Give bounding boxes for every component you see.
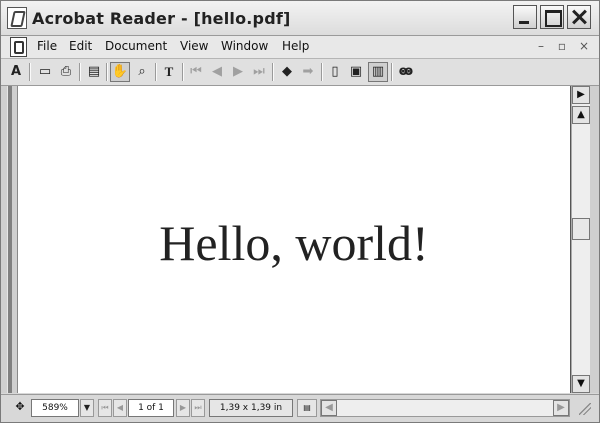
doc-close-button[interactable]: × <box>576 39 592 54</box>
toolbar-separator <box>272 63 274 81</box>
menu-document[interactable]: Document <box>105 39 167 53</box>
toolbar-separator <box>106 63 108 81</box>
page-layout-icon[interactable]: ▤ <box>297 399 317 417</box>
menu-bar: File Edit Document View Window Help – ▫ … <box>1 36 599 59</box>
status-next-page-icon[interactable]: ▶ <box>176 399 190 417</box>
open-file-icon[interactable]: ▭ <box>35 62 55 82</box>
page-text: Hello, world! <box>159 215 429 271</box>
scroll-down-arrow-icon[interactable]: ▼ <box>572 375 590 393</box>
toolbar-separator <box>182 63 184 81</box>
menu-file[interactable]: File <box>37 39 57 53</box>
zoom-field[interactable]: 589% <box>31 399 79 417</box>
fit-page-icon[interactable]: ▣ <box>346 62 366 82</box>
last-page-icon[interactable]: ⏭ <box>249 62 269 82</box>
menu-edit[interactable]: Edit <box>69 39 92 53</box>
find-binoculars-icon[interactable]: ꙭ <box>396 62 416 82</box>
page-forward-arrow-icon[interactable]: ▶ <box>572 86 590 104</box>
status-bar: ✥ 589% ▼ ⏮ ◀ 1 of 1 ▶ ⏭ 1,39 x 1,39 in ▤… <box>1 394 599 422</box>
menu-view[interactable]: View <box>180 39 208 53</box>
maximize-button[interactable] <box>540 5 564 29</box>
bookmarks-icon[interactable]: ▤ <box>84 62 104 82</box>
actual-size-icon[interactable]: ▯ <box>325 62 345 82</box>
page-size-readout: 1,39 x 1,39 in <box>209 399 293 417</box>
doc-minimize-button[interactable]: – <box>533 39 549 54</box>
go-back-icon[interactable]: ◆ <box>277 62 297 82</box>
page-number-field[interactable]: 1 of 1 <box>128 399 174 417</box>
vertical-scrollbar[interactable]: ▶ ▲ ▼ <box>571 86 590 393</box>
zoom-tool-icon[interactable]: ⌕ <box>132 62 152 82</box>
toolbar-separator <box>391 63 393 81</box>
hand-tool-icon[interactable]: ✋ <box>110 62 130 82</box>
previous-page-icon[interactable]: ◀ <box>207 62 227 82</box>
minimize-button[interactable] <box>513 5 537 29</box>
print-icon[interactable]: ⎙ <box>56 62 76 82</box>
scroll-up-arrow-icon[interactable]: ▲ <box>572 106 590 124</box>
go-forward-icon[interactable]: ➡ <box>298 62 318 82</box>
zoom-dropdown-arrow-icon[interactable]: ▼ <box>80 399 94 417</box>
doc-restore-button[interactable]: ▫ <box>554 39 570 54</box>
toolbar-separator <box>155 63 157 81</box>
menu-help[interactable]: Help <box>282 39 309 53</box>
scroll-thumb[interactable] <box>572 218 590 240</box>
document-page[interactable]: Hello, world! <box>17 86 572 393</box>
first-page-icon[interactable]: ⏮ <box>186 62 206 82</box>
close-button[interactable] <box>567 5 591 29</box>
acrobat-app-icon[interactable] <box>7 7 27 29</box>
show-navigation-pane-icon[interactable]: A <box>6 62 26 82</box>
toolbar-separator <box>79 63 81 81</box>
text-select-tool-icon[interactable]: T <box>159 62 179 82</box>
document-icon[interactable] <box>10 37 27 57</box>
horizontal-scrollbar[interactable]: ◀ ▶ <box>320 399 570 417</box>
toolbar-separator <box>29 63 31 81</box>
status-first-page-icon[interactable]: ⏮ <box>98 399 112 417</box>
window-title: Acrobat Reader - [hello.pdf] <box>32 9 291 28</box>
document-area: Hello, world! ▶ ▲ ▼ <box>1 86 599 393</box>
scroll-left-arrow-icon[interactable]: ◀ <box>321 400 337 416</box>
fit-width-icon[interactable]: ▥ <box>368 62 388 82</box>
status-previous-page-icon[interactable]: ◀ <box>113 399 127 417</box>
scroll-right-arrow-icon[interactable]: ▶ <box>553 400 569 416</box>
toolbar: A ▭ ⎙ ▤ ✋ ⌕ T ⏮ ◀ ▶ ⏭ ◆ ➡ ▯ ▣ ▥ ꙭ <box>1 59 599 86</box>
pan-icon[interactable]: ✥ <box>13 399 27 417</box>
app-window: Acrobat Reader - [hello.pdf] File Edit D… <box>0 0 600 423</box>
navigation-pane-edge[interactable] <box>7 86 12 393</box>
next-page-icon[interactable]: ▶ <box>228 62 248 82</box>
menu-window[interactable]: Window <box>221 39 268 53</box>
resize-grip-icon[interactable] <box>579 403 591 415</box>
status-last-page-icon[interactable]: ⏭ <box>191 399 205 417</box>
title-bar[interactable]: Acrobat Reader - [hello.pdf] <box>1 1 599 36</box>
toolbar-separator <box>321 63 323 81</box>
